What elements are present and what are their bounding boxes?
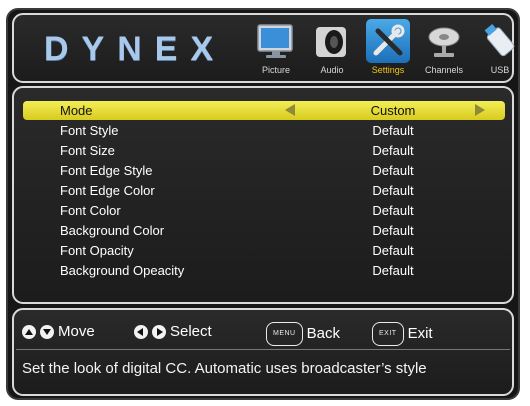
help-move: Move bbox=[22, 322, 95, 342]
setting-value: Default bbox=[372, 223, 414, 238]
setting-name: Mode bbox=[60, 103, 93, 118]
setting-value: Default bbox=[372, 203, 414, 218]
speaker-icon bbox=[310, 19, 354, 63]
monitor-icon bbox=[254, 19, 298, 63]
tab-usb-label: USB bbox=[490, 65, 510, 75]
tab-picture-label: Picture bbox=[261, 65, 290, 75]
setting-row-background-opacity[interactable]: Background Opeacity Default bbox=[23, 261, 505, 280]
setting-name: Background Opeacity bbox=[60, 263, 185, 278]
setting-row-font-size[interactable]: Font Size Default bbox=[23, 141, 505, 160]
setting-row-font-opacity[interactable]: Font Opacity Default bbox=[23, 241, 505, 260]
divider bbox=[16, 349, 510, 350]
arrow-right-icon[interactable] bbox=[475, 104, 485, 116]
setting-name: Font Style bbox=[60, 123, 119, 138]
setting-value: Custom bbox=[370, 103, 416, 118]
help-back-label: Back bbox=[306, 325, 340, 342]
help-move-label: Move bbox=[58, 323, 95, 340]
exit-key-icon: EXIT bbox=[372, 322, 404, 346]
help-select-label: Select bbox=[170, 323, 212, 340]
setting-value: Default bbox=[372, 183, 414, 198]
setting-value: Default bbox=[372, 163, 414, 178]
arrow-left-icon[interactable] bbox=[285, 104, 295, 116]
setting-row-font-style[interactable]: Font Style Default bbox=[23, 121, 505, 140]
dynex-logo: DYNEX bbox=[44, 30, 227, 68]
tab-settings-label: Settings bbox=[371, 65, 405, 75]
setting-name: Background Color bbox=[60, 223, 165, 238]
key-help-bar: Move Select MENU Back EXIT Exit bbox=[22, 322, 502, 346]
setting-name: Font Edge Color bbox=[60, 183, 155, 198]
tab-channels[interactable]: Channels bbox=[416, 17, 472, 79]
help-exit-label: Exit bbox=[407, 325, 433, 342]
setting-row-font-edge-color[interactable]: Font Edge Color Default bbox=[23, 181, 505, 200]
setting-row-font-edge-style[interactable]: Font Edge Style Default bbox=[23, 161, 505, 180]
setting-row-background-color[interactable]: Background Color Default bbox=[23, 221, 505, 240]
tab-usb[interactable]: USB bbox=[472, 17, 528, 79]
help-select: Select bbox=[134, 322, 212, 342]
satellite-dish-icon bbox=[422, 19, 466, 63]
setting-name: Font Edge Style bbox=[60, 163, 153, 178]
tab-audio[interactable]: Audio bbox=[304, 17, 360, 79]
down-arrow-icon bbox=[40, 325, 54, 339]
setting-name: Font Size bbox=[60, 143, 115, 158]
tab-audio-label: Audio bbox=[320, 65, 344, 75]
tab-settings[interactable]: Settings bbox=[360, 17, 416, 79]
tools-icon bbox=[366, 19, 410, 63]
usb-drive-icon bbox=[478, 19, 522, 63]
menu-key-icon: MENU bbox=[266, 322, 303, 346]
help-description: Set the look of digital CC. Automatic us… bbox=[22, 360, 427, 377]
tab-channels-label: Channels bbox=[424, 65, 464, 75]
setting-value: Default bbox=[372, 143, 414, 158]
up-arrow-icon bbox=[22, 325, 36, 339]
help-back: MENU Back bbox=[266, 322, 340, 346]
right-arrow-icon bbox=[152, 325, 166, 339]
setting-value: Default bbox=[372, 123, 414, 138]
setting-row-font-color[interactable]: Font Color Default bbox=[23, 201, 505, 220]
help-exit: EXIT Exit bbox=[372, 322, 433, 346]
setting-value: Default bbox=[372, 243, 414, 258]
left-arrow-icon bbox=[134, 325, 148, 339]
setting-name: Font Color bbox=[60, 203, 121, 218]
setting-name: Font Opacity bbox=[60, 243, 134, 258]
setting-value: Default bbox=[372, 263, 414, 278]
tab-picture[interactable]: Picture bbox=[248, 17, 304, 79]
setting-row-mode[interactable]: Mode Custom bbox=[23, 101, 505, 120]
